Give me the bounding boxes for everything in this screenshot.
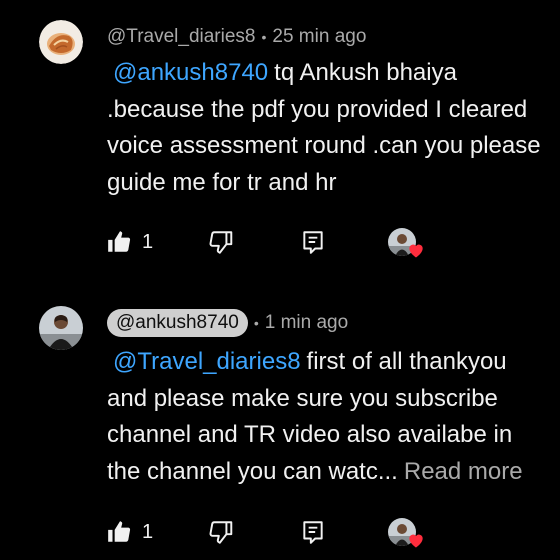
travel-avatar-icon: [39, 20, 83, 64]
like-button[interactable]: 1: [106, 222, 153, 262]
like-count: 1: [142, 230, 154, 253]
thumbs-up-icon: [108, 521, 131, 542]
mention-link[interactable]: @ankush8740: [113, 59, 268, 86]
creator-heart: [388, 512, 428, 552]
dislike-button[interactable]: [208, 222, 234, 262]
like-count: 1: [142, 520, 154, 543]
meta-separator: •: [261, 29, 267, 45]
comment-author[interactable]: @Travel_diaries8: [107, 26, 255, 48]
comment-item: @Travel_diaries8 • 25 min ago @ankush874…: [0, 0, 560, 280]
commenter-avatar[interactable]: [39, 20, 83, 64]
comment-text: @Travel_diaries8 first of all thankyou an…: [107, 344, 547, 490]
comment-actions: 1: [0, 512, 560, 552]
heart-icon: [409, 534, 423, 548]
comment-actions: 1: [0, 222, 560, 262]
reply-button[interactable]: [300, 222, 326, 262]
meta-separator: •: [253, 315, 259, 331]
reply-button[interactable]: [300, 512, 326, 552]
comment-timestamp: 1 min ago: [264, 312, 349, 333]
reply-comment-icon: [303, 521, 323, 544]
heart-icon: [409, 244, 423, 258]
like-button[interactable]: 1: [106, 512, 153, 552]
comment-item: @ankush8740 • 1 min ago @Travel_diaries8…: [0, 290, 560, 560]
mention-link[interactable]: @Travel_diaries8: [113, 348, 301, 375]
reply-comment-icon: [303, 231, 323, 254]
comment-meta: @ankush8740 • 1 min ago: [107, 309, 348, 337]
comment-text: @ankush8740 tq Ankush bhaiya .because the…: [107, 55, 547, 201]
thumbs-down-icon: [209, 521, 233, 544]
thumbs-down-icon: [209, 231, 233, 254]
dislike-button[interactable]: [208, 512, 234, 552]
commenter-avatar[interactable]: [39, 306, 83, 350]
thumbs-up-icon: [108, 231, 131, 252]
creator-author-badge[interactable]: @ankush8740: [107, 309, 248, 337]
read-more-link[interactable]: Read more: [404, 458, 523, 485]
creator-heart: [388, 222, 428, 262]
creator-avatar-icon: [39, 306, 83, 350]
comment-timestamp: 25 min ago: [272, 26, 367, 47]
comment-meta: @Travel_diaries8 • 25 min ago: [107, 26, 366, 48]
